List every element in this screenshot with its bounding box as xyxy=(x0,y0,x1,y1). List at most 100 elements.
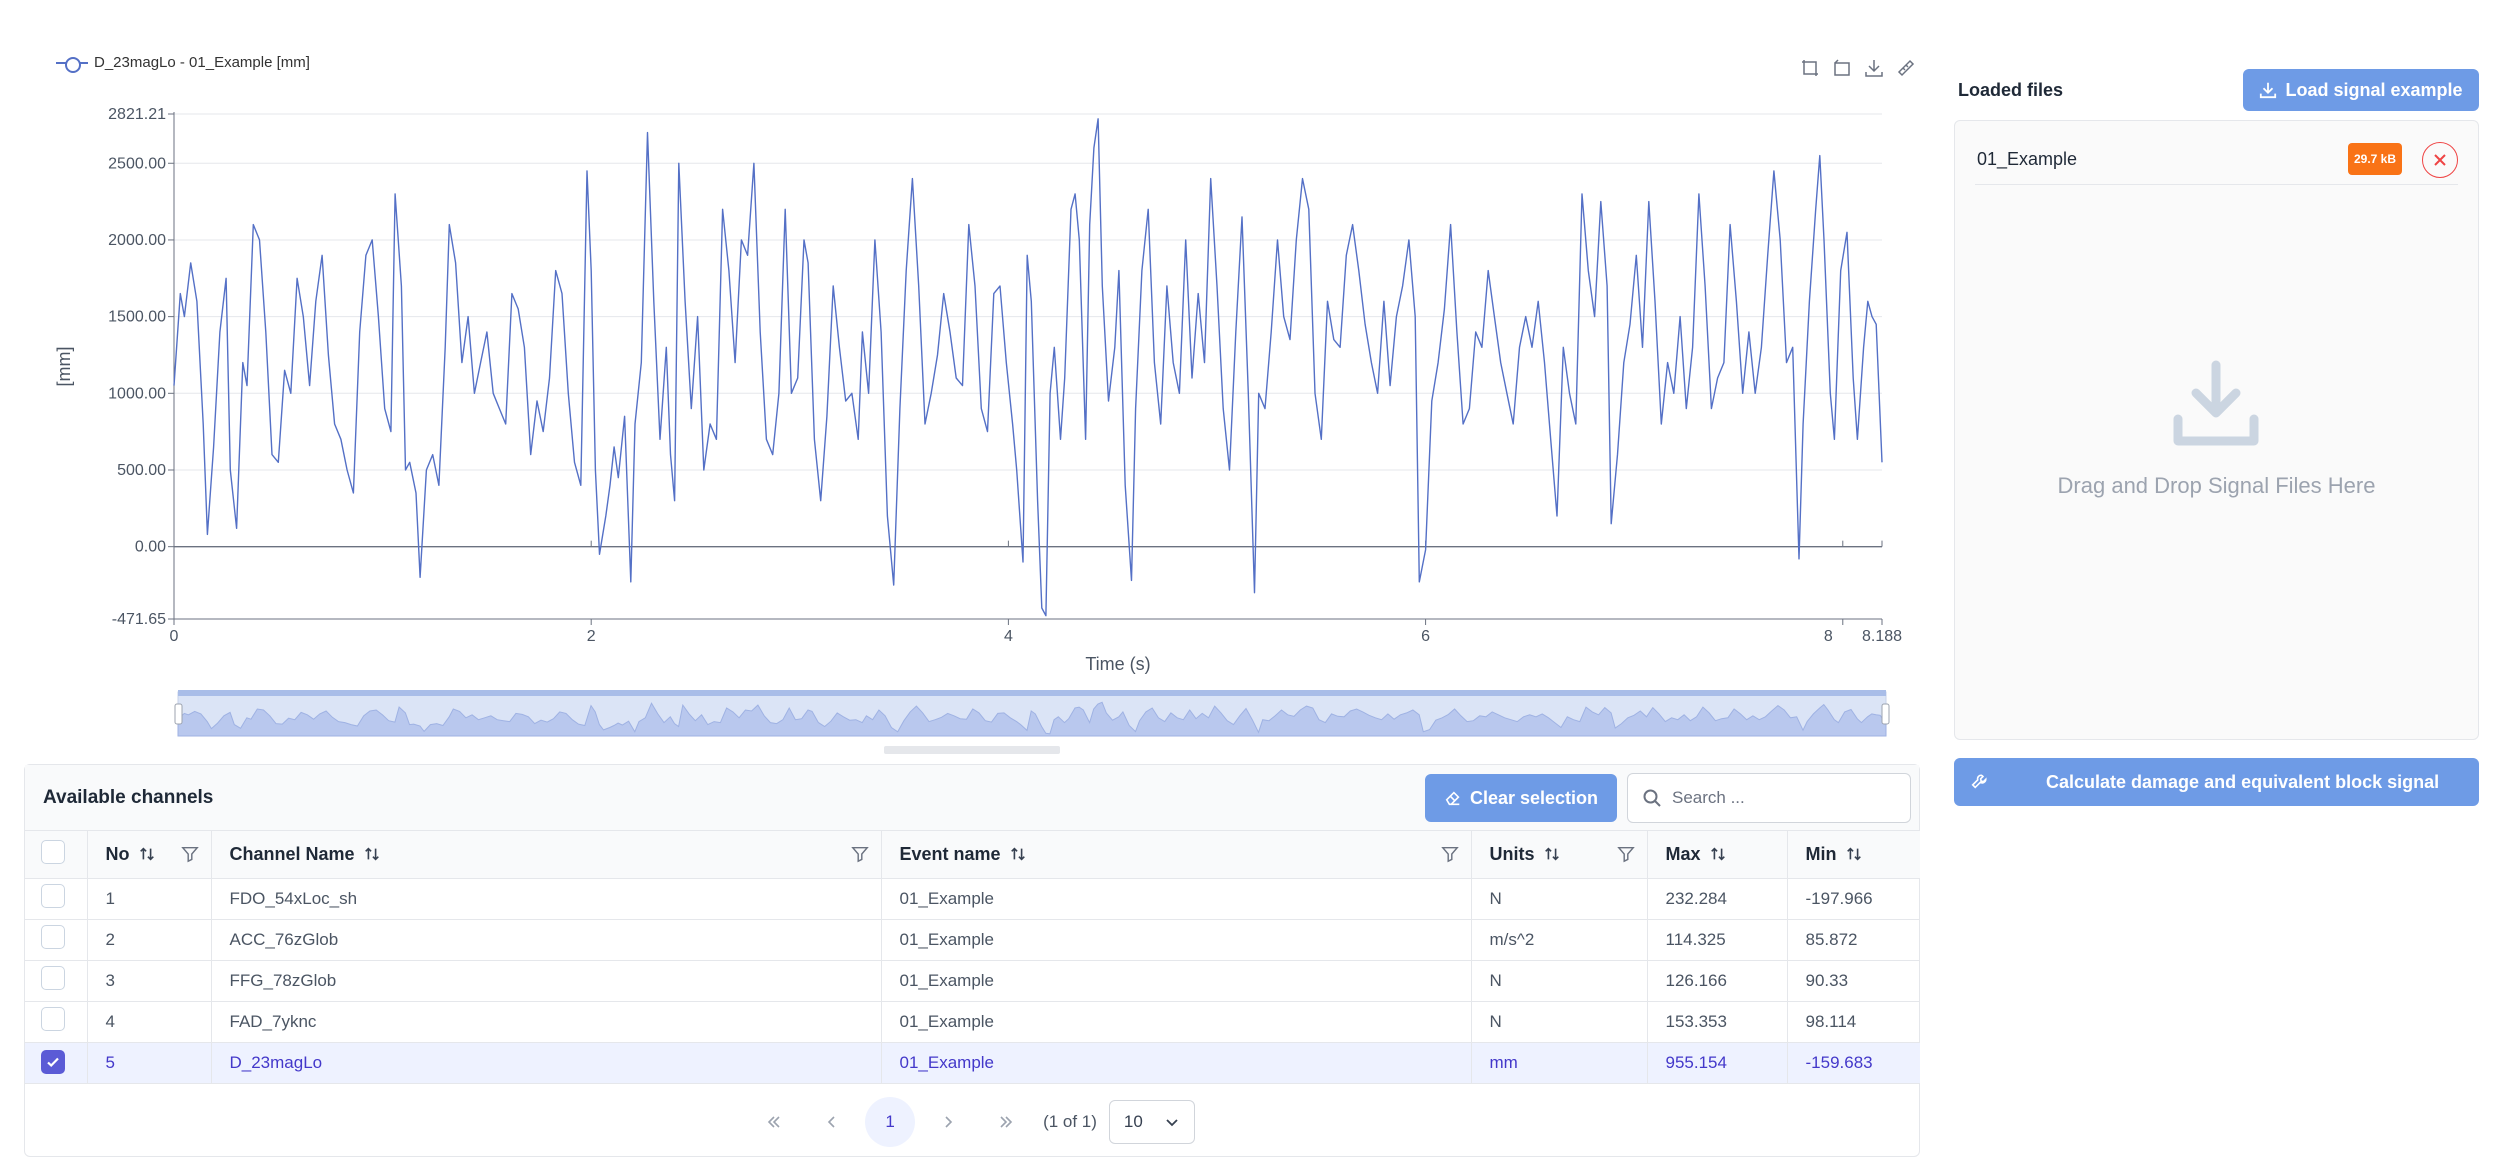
file-size-badge: 29.7 kB xyxy=(2347,143,2402,175)
pagination: 1 (1 of 1) 10 xyxy=(25,1097,1919,1147)
channels-table: No Channel Name Event name Units Max Min… xyxy=(25,831,1920,1084)
column-header-label: Min xyxy=(1805,843,1837,864)
signal-chart[interactable]: D_23magLo - 01_Example [mm] 2821.21 2500.… xyxy=(0,0,1920,760)
remove-file-button[interactable] xyxy=(2422,142,2458,178)
available-channels-title: Available channels xyxy=(43,787,214,808)
column-header-channel-name[interactable]: Channel Name xyxy=(211,831,882,879)
cell-channel-name: FFG_78zGlob xyxy=(211,960,882,1002)
calculate-damage-button[interactable]: Calculate damage and equivalent block si… xyxy=(1954,758,2479,806)
cell-channel-name: FAD_7yknc xyxy=(211,1001,882,1043)
upload-drop-icon xyxy=(2168,357,2264,453)
column-header-label: Max xyxy=(1665,843,1701,864)
cell-event-name: 01_Example xyxy=(881,960,1472,1002)
row-checkbox[interactable] xyxy=(41,966,65,990)
load-signal-example-button[interactable]: Load signal example xyxy=(2243,69,2479,111)
file-drop-zone[interactable]: 01_Example 29.7 kB Drag and Drop Signal … xyxy=(1954,120,2479,740)
cell-min: 90.33 xyxy=(1787,960,1920,1002)
prev-page-button[interactable] xyxy=(807,1097,857,1147)
sort-icon[interactable] xyxy=(1543,845,1561,863)
calculate-damage-label: Calculate damage and equivalent block si… xyxy=(2046,771,2440,792)
row-select-cell xyxy=(25,919,88,961)
select-all-checkbox[interactable] xyxy=(41,839,65,864)
table-header-bar: Available channels Clear selection xyxy=(25,765,1919,831)
cell-channel-name: D_23magLo xyxy=(211,1042,882,1084)
download-icon xyxy=(2260,82,2277,99)
close-icon xyxy=(2434,154,2446,166)
cell-event-name: 01_Example xyxy=(881,1001,1472,1043)
column-header-label: Event name xyxy=(899,843,1001,864)
chart-canvas[interactable]: 2821.21 2500.00 2000.00 1500.00 1000.00 500.0… xyxy=(0,0,1920,760)
eraser-icon xyxy=(1445,791,1460,806)
cell-max: 955.154 xyxy=(1647,1042,1788,1084)
cell-units: N xyxy=(1471,960,1648,1002)
row-checkbox[interactable] xyxy=(41,1007,65,1031)
y-tick-label: -471.65 xyxy=(112,611,166,628)
table-row[interactable]: 3 FFG_78zGlob 01_Example N 126.166 90.33 xyxy=(25,960,1920,1002)
sort-icon[interactable] xyxy=(363,845,381,863)
y-tick-label: 2500.00 xyxy=(108,155,166,172)
row-checkbox[interactable] xyxy=(41,925,65,949)
table-row[interactable]: 4 FAD_7yknc 01_Example N 153.353 98.114 xyxy=(25,1001,1920,1043)
cell-max: 153.353 xyxy=(1647,1001,1788,1043)
resize-handle[interactable] xyxy=(884,746,1060,754)
filter-icon[interactable] xyxy=(1440,845,1459,863)
next-page-button[interactable] xyxy=(923,1097,973,1147)
first-page-button[interactable] xyxy=(749,1097,799,1147)
table-row-selected[interactable]: 5 D_23magLo 01_Example mm 955.154 -159.6… xyxy=(25,1042,1920,1084)
clear-selection-label: Clear selection xyxy=(1469,787,1599,808)
cell-units: N xyxy=(1471,1001,1648,1043)
sort-icon[interactable] xyxy=(1845,845,1863,863)
column-header-units[interactable]: Units xyxy=(1471,831,1648,879)
y-tick-label: 1500.00 xyxy=(108,309,166,326)
x-tick-label: 2 xyxy=(587,628,596,645)
check-icon xyxy=(47,1057,59,1068)
page-button-current[interactable]: 1 xyxy=(865,1097,916,1147)
row-checkbox-checked[interactable] xyxy=(41,1050,65,1074)
header-select-all xyxy=(25,831,88,879)
column-header-event-name[interactable]: Event name xyxy=(881,831,1472,879)
series-line[interactable] xyxy=(173,118,1883,617)
y-tick-label: 2000.00 xyxy=(108,232,166,249)
zoom-handle-left[interactable] xyxy=(174,703,183,725)
sort-icon[interactable] xyxy=(1009,845,1027,863)
sort-icon[interactable] xyxy=(138,845,156,863)
loaded-files-title: Loaded files xyxy=(1958,80,2064,100)
last-page-button[interactable] xyxy=(981,1097,1031,1147)
y-axis-label: [mm] xyxy=(54,347,74,387)
y-tick-label: 1000.00 xyxy=(108,385,166,402)
column-header-min[interactable]: Min xyxy=(1787,831,1920,879)
x-tick-label: 0 xyxy=(170,628,179,645)
column-header-max[interactable]: Max xyxy=(1647,831,1788,879)
cell-no: 1 xyxy=(87,878,212,920)
zoom-slider-selection-bar[interactable] xyxy=(178,690,1886,696)
row-select-cell xyxy=(25,1042,88,1084)
cell-min: 85.872 xyxy=(1787,919,1920,961)
table-row[interactable]: 2 ACC_76zGlob 01_Example m/s^2 114.325 8… xyxy=(25,919,1920,961)
search-input[interactable] xyxy=(1672,788,1892,808)
filter-icon[interactable] xyxy=(180,845,199,863)
search-box[interactable] xyxy=(1627,773,1911,823)
filter-icon[interactable] xyxy=(850,845,869,863)
cell-no: 2 xyxy=(87,919,212,961)
cell-max: 126.166 xyxy=(1647,960,1788,1002)
search-icon xyxy=(1643,789,1661,807)
zoom-handle-right[interactable] xyxy=(1881,703,1890,725)
sort-icon[interactable] xyxy=(1709,845,1727,863)
x-tick-label: 4 xyxy=(1004,628,1013,645)
cell-min: -197.966 xyxy=(1787,878,1920,920)
column-header-label: No xyxy=(105,843,130,864)
y-tick-label: 0.00 xyxy=(135,539,166,556)
cell-units: mm xyxy=(1471,1042,1648,1084)
filter-icon[interactable] xyxy=(1616,845,1635,863)
y-tick-label: 2821.21 xyxy=(108,106,166,123)
table-row[interactable]: 1 FDO_54xLoc_sh 01_Example N 232.284 -19… xyxy=(25,878,1920,920)
page-size-select[interactable]: 10 xyxy=(1108,1100,1195,1144)
row-checkbox[interactable] xyxy=(41,884,65,908)
cell-no: 5 xyxy=(87,1042,212,1084)
column-header-no[interactable]: No xyxy=(87,831,212,879)
cell-min: 98.114 xyxy=(1787,1001,1920,1043)
clear-selection-button[interactable]: Clear selection xyxy=(1425,774,1617,822)
chevron-down-icon xyxy=(1166,1119,1178,1127)
column-header-label: Units xyxy=(1489,843,1535,864)
file-item: 01_Example 29.7 kB xyxy=(1975,135,2458,185)
